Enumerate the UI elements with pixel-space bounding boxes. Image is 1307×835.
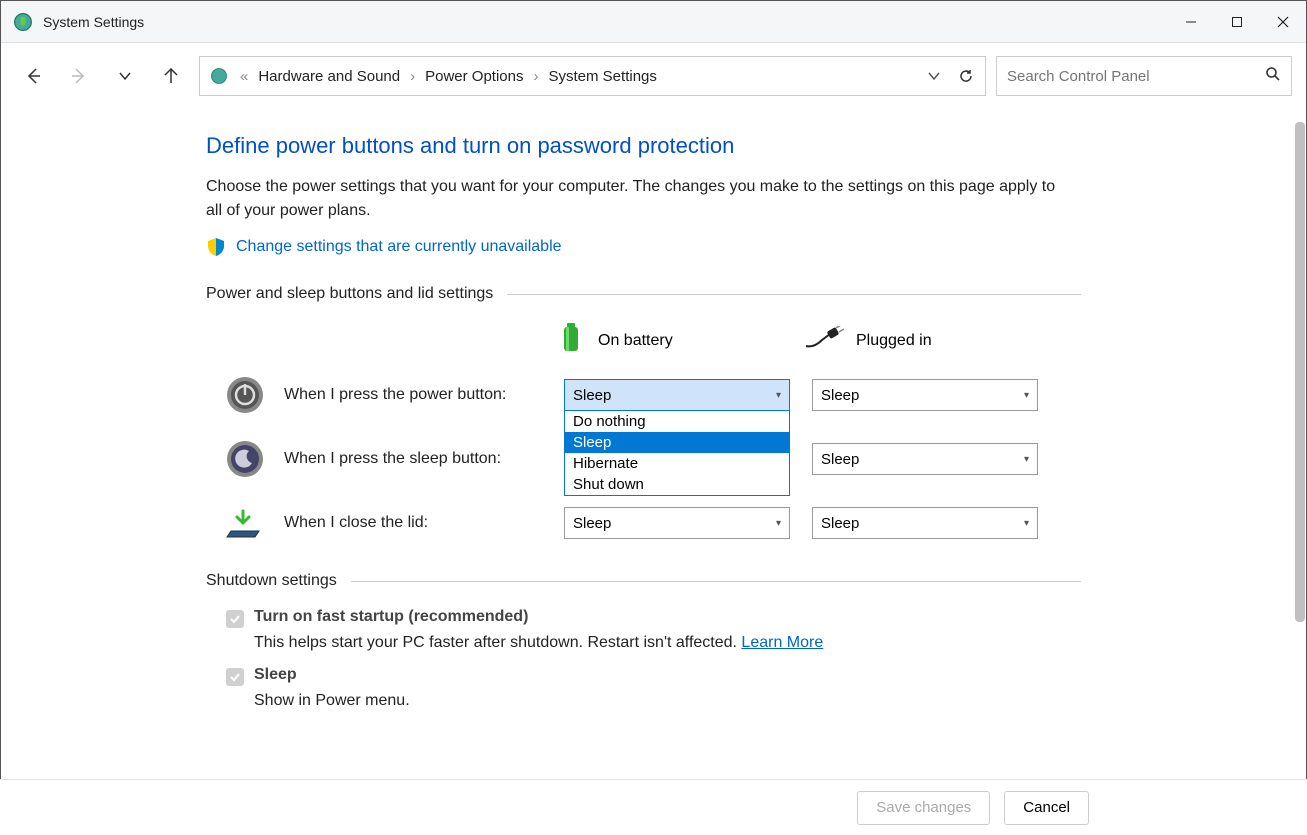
col-plugged-label: Plugged in — [856, 332, 932, 350]
chevron-down-icon: ▾ — [776, 390, 781, 401]
maximize-button[interactable] — [1214, 1, 1260, 43]
content-area: Define power buttons and turn on passwor… — [1, 109, 1081, 710]
power-button-label: When I press the power button: — [284, 386, 564, 404]
minimize-button[interactable] — [1168, 1, 1214, 43]
close-button[interactable] — [1260, 1, 1306, 43]
back-button[interactable] — [15, 58, 51, 94]
sleep-option-desc: Show in Power menu. — [254, 692, 1081, 710]
close-lid-row: When I close the lid: Sleep▾ Sleep▾ — [206, 502, 1081, 544]
section-header-power-sleep: Power and sleep buttons and lid settings — [206, 285, 1081, 303]
section-header-label: Power and sleep buttons and lid settings — [206, 285, 493, 303]
plug-icon — [804, 326, 844, 355]
breadcrumb-system-settings[interactable]: System Settings — [549, 68, 657, 85]
power-button-row: When I press the power button: Sleep▾ Do… — [206, 374, 1081, 416]
breadcrumb-hardware[interactable]: Hardware and Sound — [258, 68, 400, 85]
chevron-down-icon: ▾ — [776, 518, 781, 529]
power-button-battery-dropdown[interactable]: Sleep▾ Do nothing Sleep Hibernate Shut d… — [564, 379, 790, 411]
address-dropdown-button[interactable] — [923, 65, 945, 87]
fast-startup-desc: This helps start your PC faster after sh… — [254, 634, 1081, 652]
address-icon — [208, 65, 230, 87]
sleep-checkbox[interactable] — [226, 668, 244, 686]
save-changes-button[interactable]: Save changes — [857, 791, 990, 825]
breadcrumb-overflow[interactable]: « — [240, 68, 248, 85]
search-box[interactable] — [996, 56, 1292, 96]
page-intro: Choose the power settings that you want … — [206, 175, 1056, 223]
section-header-label: Shutdown settings — [206, 572, 337, 590]
chevron-right-icon: › — [534, 68, 539, 85]
recent-locations-button[interactable] — [107, 58, 143, 94]
dropdown-option-sleep[interactable]: Sleep — [565, 432, 789, 453]
app-icon — [13, 12, 33, 32]
cancel-button[interactable]: Cancel — [1004, 791, 1089, 825]
change-settings-link[interactable]: Change settings that are currently unava… — [236, 238, 562, 256]
battery-icon — [556, 321, 586, 360]
scrollbar[interactable] — [1295, 122, 1305, 622]
page-title: Define power buttons and turn on passwor… — [206, 133, 1081, 159]
fast-startup-checkbox[interactable] — [226, 610, 244, 628]
dropdown-option-do-nothing[interactable]: Do nothing — [565, 411, 789, 432]
chevron-right-icon: › — [410, 68, 415, 85]
dropdown-list: Do nothing Sleep Hibernate Shut down — [564, 410, 790, 496]
refresh-button[interactable] — [955, 65, 977, 87]
up-button[interactable] — [153, 58, 189, 94]
close-lid-label: When I close the lid: — [284, 514, 564, 532]
chevron-down-icon: ▾ — [1024, 390, 1029, 401]
dropdown-option-hibernate[interactable]: Hibernate — [565, 453, 789, 474]
forward-button[interactable] — [61, 58, 97, 94]
dropdown-option-shut-down[interactable]: Shut down — [565, 474, 789, 495]
sleep-button-icon — [224, 438, 266, 480]
sleep-button-plugged-dropdown[interactable]: Sleep▾ — [812, 443, 1038, 475]
power-button-icon — [224, 374, 266, 416]
breadcrumb-power-options[interactable]: Power Options — [425, 68, 523, 85]
footer: Save changes Cancel — [0, 779, 1307, 835]
search-input[interactable] — [1007, 68, 1265, 85]
shield-icon — [206, 237, 226, 257]
fast-startup-label: Turn on fast startup (recommended) — [254, 608, 528, 626]
chevron-down-icon: ▾ — [1024, 518, 1029, 529]
chevron-down-icon: ▾ — [1024, 454, 1029, 465]
window-title: System Settings — [43, 14, 1168, 30]
col-battery-label: On battery — [598, 332, 673, 350]
close-lid-battery-dropdown[interactable]: Sleep▾ — [564, 507, 790, 539]
sleep-button-label: When I press the sleep button: — [284, 450, 564, 468]
section-header-shutdown: Shutdown settings — [206, 572, 1081, 590]
sleep-option-label: Sleep — [254, 666, 297, 684]
toolbar: « Hardware and Sound › Power Options › S… — [1, 43, 1306, 109]
address-bar[interactable]: « Hardware and Sound › Power Options › S… — [199, 56, 986, 96]
titlebar: System Settings — [1, 1, 1306, 43]
search-icon[interactable] — [1265, 66, 1281, 87]
power-button-plugged-dropdown[interactable]: Sleep▾ — [812, 379, 1038, 411]
learn-more-link[interactable]: Learn More — [741, 634, 823, 651]
laptop-lid-icon — [224, 502, 266, 544]
close-lid-plugged-dropdown[interactable]: Sleep▾ — [812, 507, 1038, 539]
